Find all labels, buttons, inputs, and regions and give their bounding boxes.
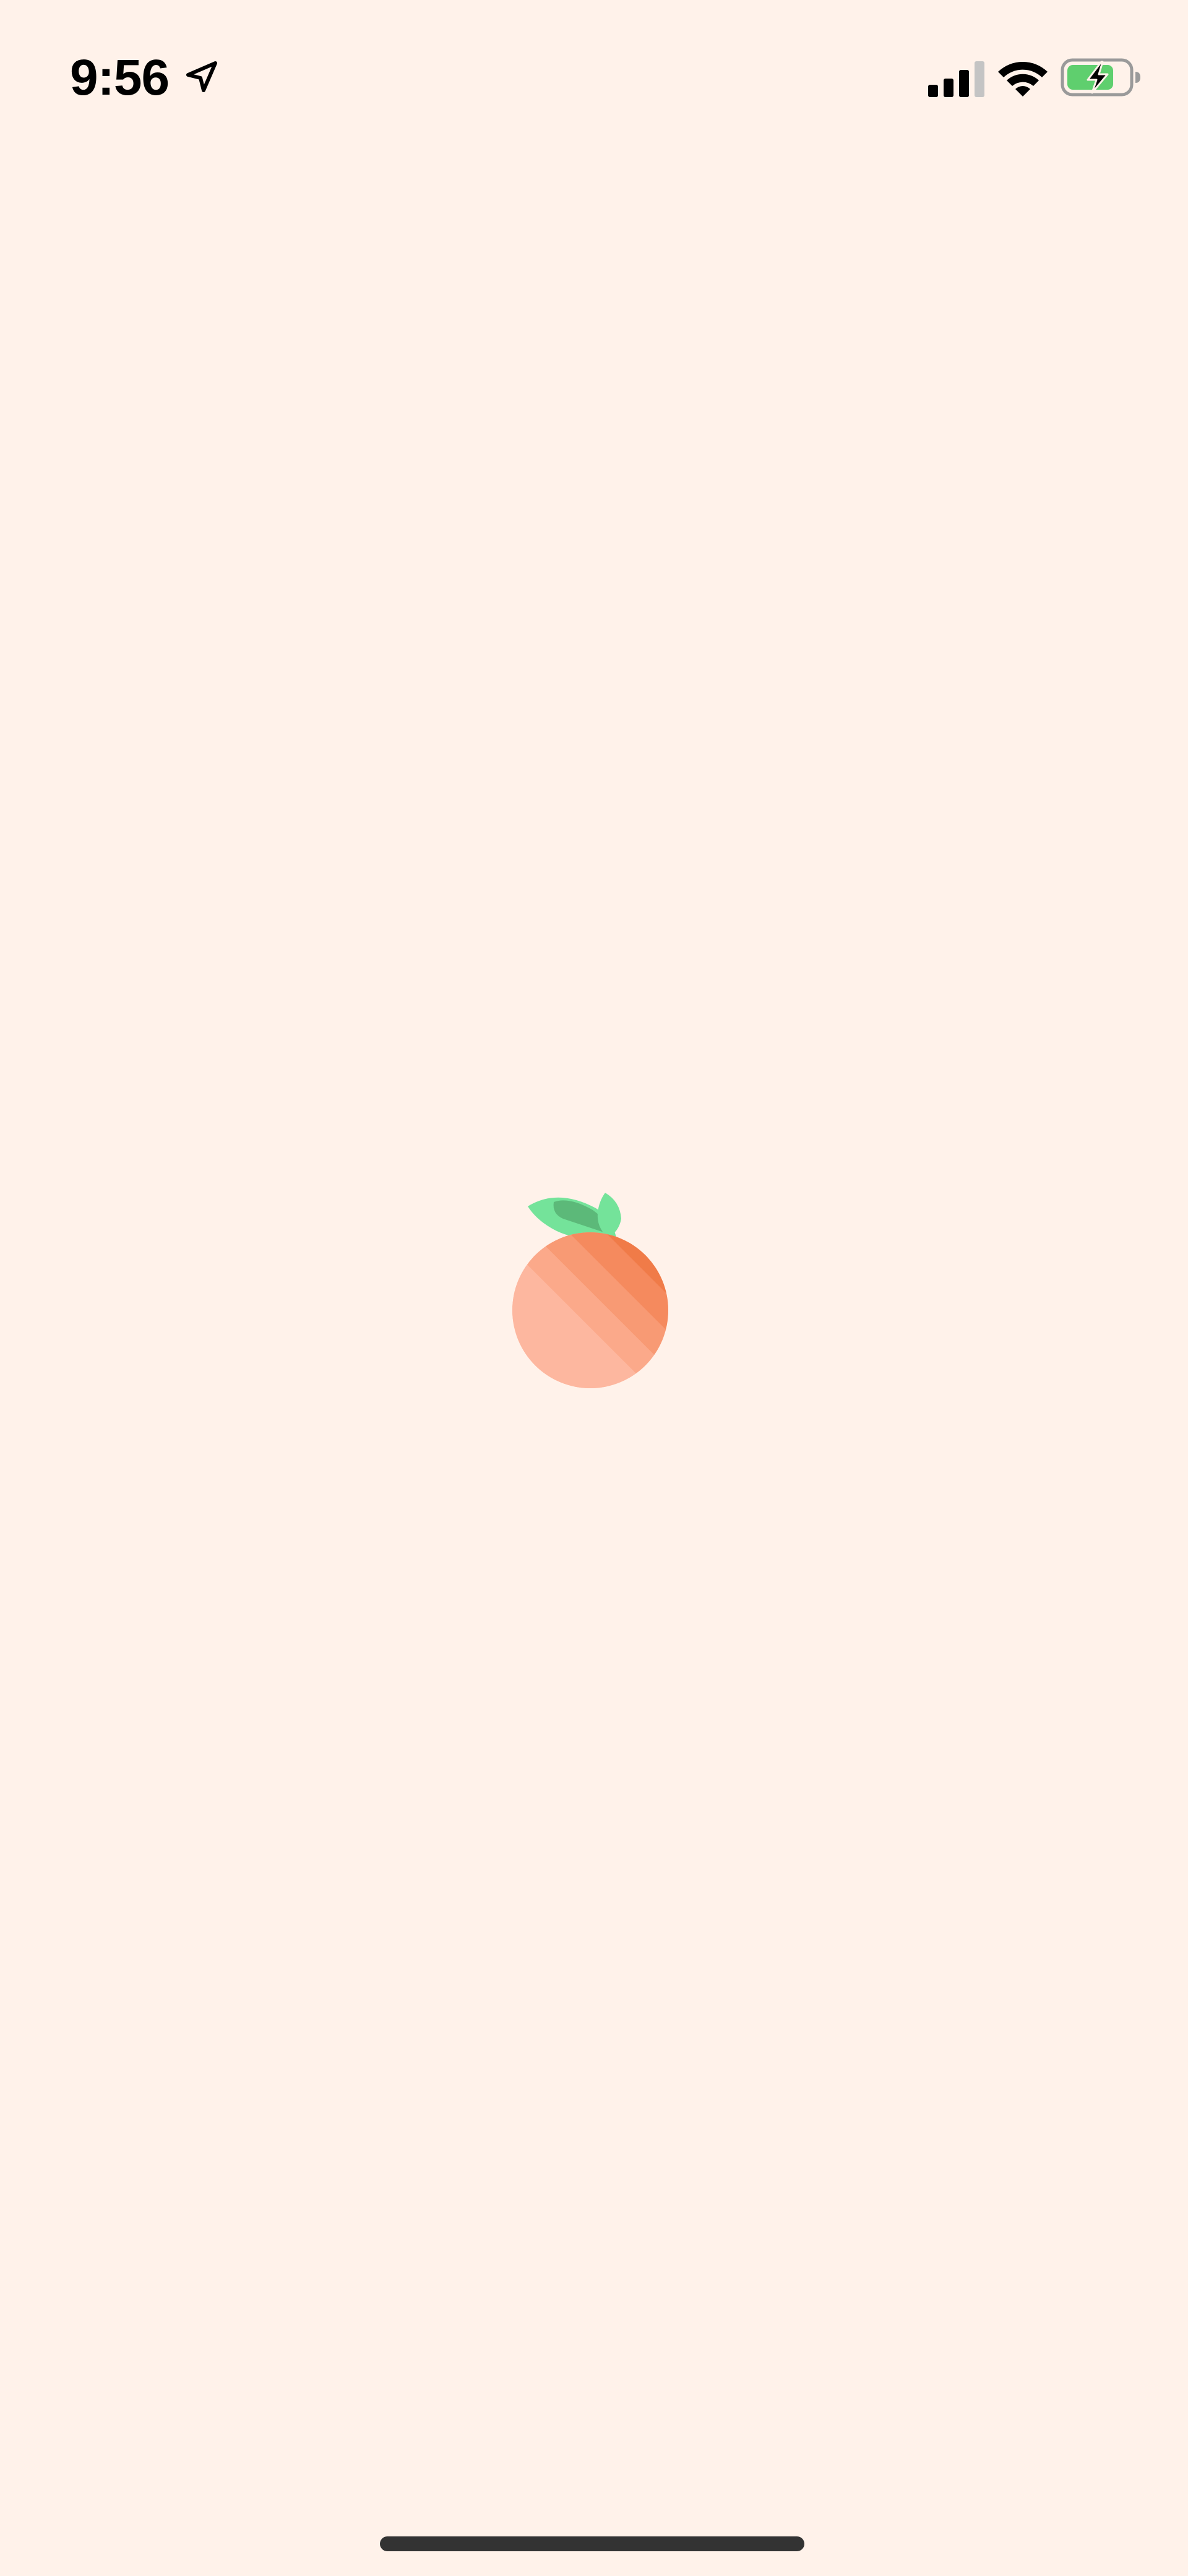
orange-fruit-logo: [512, 1193, 668, 1388]
status-time: 9:56: [70, 49, 170, 106]
home-indicator[interactable]: [380, 2536, 804, 2551]
wifi-icon: [998, 62, 1048, 97]
location-arrow-icon: [186, 61, 217, 92]
battery-charging-icon: [1061, 58, 1140, 97]
status-bar: 9:56: [0, 0, 1188, 155]
cellular-signal-icon: [928, 61, 984, 97]
